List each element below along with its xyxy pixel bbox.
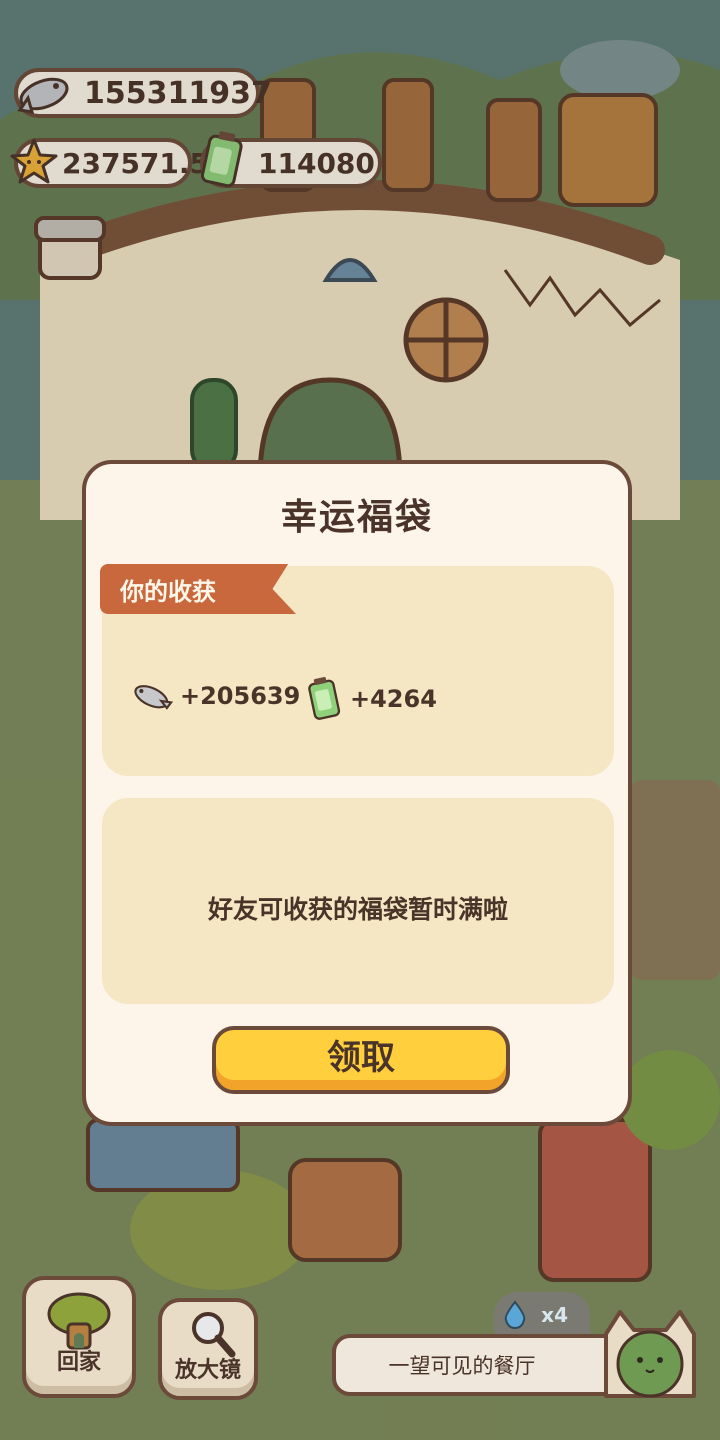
notice-panel: 好友可收获的福袋暂时满啦 (102, 798, 614, 1004)
home-label: 回家 (56, 1350, 101, 1375)
harvest-panel: 你的收获 +205639 +4264 (100, 564, 614, 776)
fish-icon (134, 685, 174, 710)
reward-battery-amount: +4264 (350, 685, 437, 713)
notice-text: 好友可收获的福袋暂时满啦 (207, 895, 508, 924)
water-drop-badge: x4 (494, 1292, 590, 1338)
magnifier-label: 放大镜 (174, 1358, 241, 1383)
dialog-title: 幸运福袋 (280, 497, 433, 538)
harvest-ribbon: 你的收获 (100, 564, 296, 614)
location-name: 一望可见的餐厅 (388, 1354, 536, 1378)
reward-fish-amount: +205639 (180, 682, 301, 710)
cat-avatar-icon[interactable] (596, 1304, 704, 1406)
claim-button[interactable]: 领取 (212, 1026, 510, 1094)
reward-fish: +205639 (130, 676, 300, 716)
home-button[interactable]: 回家 (22, 1276, 136, 1398)
tree-house-icon (47, 1292, 111, 1350)
location-bar[interactable]: 一望可见的餐厅 (332, 1334, 632, 1396)
reward-battery: +4264 (302, 676, 437, 722)
battery-icon (308, 677, 341, 720)
drop-count: x4 (541, 1303, 568, 1327)
water-drop-icon (504, 1300, 526, 1330)
lucky-bag-dialog: 幸运福袋 你的收获 +205639 +4264 好友可收获的福袋暂时满啦 领取 (82, 460, 632, 1126)
magnifier-button[interactable]: 放大镜 (158, 1298, 258, 1400)
